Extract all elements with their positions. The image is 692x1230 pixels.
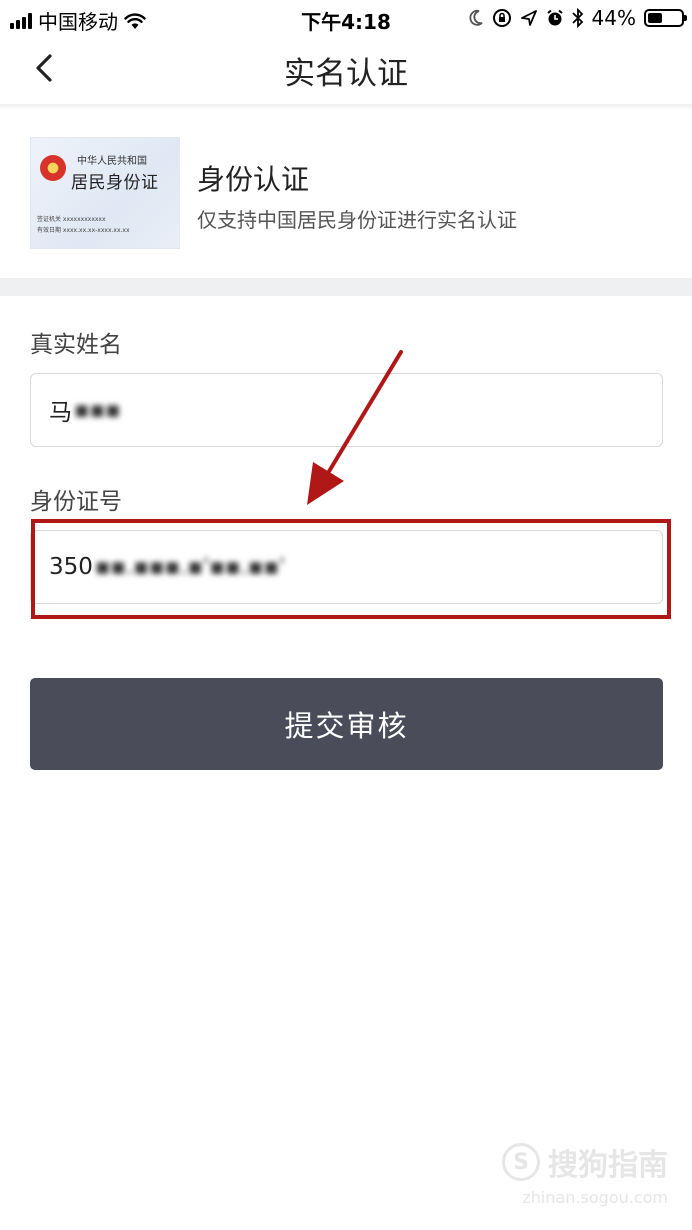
alarm-icon	[546, 9, 563, 26]
name-label: 真实姓名	[30, 332, 122, 358]
watermark: S 搜狗指南 zhinan.sogou.com	[502, 1140, 668, 1207]
status-bar: 中国移动 下午4:18 44%	[0, 0, 692, 36]
status-right: 44%	[468, 6, 687, 30]
id-card-image: 中华人民共和国 居民身份证 签证机关 xxxxxxxxxxxx 有效日期 xxx…	[30, 137, 180, 249]
id-auth-title: 身份认证	[197, 163, 310, 196]
card-title-text: 居民身份证	[71, 173, 159, 193]
card-country-text: 中华人民共和国	[77, 156, 147, 167]
battery-icon	[644, 9, 687, 27]
name-masked-value: ▪︎▪︎▪︎	[74, 397, 121, 423]
battery-percent: 44%	[591, 6, 636, 30]
section-divider	[0, 278, 692, 296]
submit-button[interactable]: 提交审核	[30, 678, 663, 770]
page-title: 实名认证	[284, 56, 408, 92]
bluetooth-icon	[571, 8, 583, 28]
moon-icon	[468, 9, 483, 26]
id-info-section: 中华人民共和国 居民身份证 签证机关 xxxxxxxxxxxx 有效日期 xxx…	[0, 110, 692, 278]
navigation-bar: 实名认证	[0, 36, 692, 104]
annotation-highlight-box	[31, 519, 671, 619]
watermark-logo: S 搜狗指南	[502, 1140, 668, 1184]
rotation-lock-icon	[492, 9, 511, 27]
sogou-logo-icon: S	[502, 1143, 540, 1181]
card-issuer-text: 签证机关 xxxxxxxxxxxx	[37, 216, 106, 223]
card-validity-text: 有效日期 xxxx.xx.xx-xxxx.xx.xx	[37, 227, 130, 234]
national-emblem-icon	[40, 155, 66, 181]
watermark-url: zhinan.sogou.com	[522, 1188, 668, 1207]
id-auth-description: 仅支持中国居民身份证进行实名认证	[197, 208, 517, 232]
location-icon	[520, 10, 537, 26]
name-input-value: 马	[49, 400, 72, 426]
name-input[interactable]: 马 ▪︎▪︎▪︎	[30, 373, 663, 447]
watermark-brand: 搜狗指南	[548, 1148, 668, 1183]
id-number-label: 身份证号	[30, 489, 122, 515]
